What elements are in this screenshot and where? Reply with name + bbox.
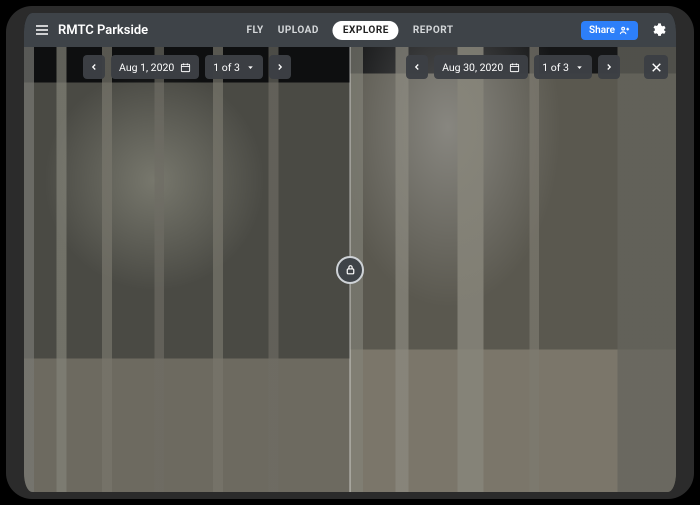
prev-date-button-left[interactable]	[83, 55, 105, 79]
page-label-right: 1 of 3	[542, 61, 569, 74]
device-buttons	[10, 224, 14, 248]
date-picker-right[interactable]: Aug 30, 2020	[434, 55, 528, 79]
close-compare-button[interactable]	[644, 55, 668, 79]
share-button[interactable]: Share	[581, 21, 638, 40]
page-label-left: 1 of 3	[213, 61, 240, 74]
menu-icon[interactable]	[34, 22, 50, 38]
tab-report[interactable]: REPORT	[413, 25, 454, 36]
chevron-right-icon	[275, 62, 285, 72]
chevron-down-icon	[575, 63, 584, 72]
pane-controls-left: Aug 1, 2020 1 of 3	[24, 55, 350, 79]
compare-pane-left[interactable]: Aug 1, 2020 1 of 3	[24, 47, 350, 492]
page-selector-left[interactable]: 1 of 3	[205, 55, 263, 79]
page-selector-right[interactable]: 1 of 3	[534, 55, 592, 79]
lock-icon	[344, 263, 357, 276]
project-title: RMTC Parkside	[58, 23, 148, 38]
photo-right	[350, 47, 676, 492]
close-icon	[650, 61, 663, 74]
app-screen: RMTC Parkside FLY UPLOAD EXPLORE REPORT …	[24, 13, 676, 492]
tab-explore[interactable]: EXPLORE	[333, 21, 399, 40]
lock-handle[interactable]	[336, 256, 364, 284]
chevron-left-icon	[412, 62, 422, 72]
chevron-left-icon	[89, 62, 99, 72]
pane-controls-right: Aug 30, 2020 1 of 3	[350, 55, 676, 79]
date-label-left: Aug 1, 2020	[119, 61, 174, 74]
share-label: Share	[589, 25, 615, 36]
date-label-right: Aug 30, 2020	[442, 61, 503, 74]
next-date-button-left[interactable]	[269, 55, 291, 79]
photo-left	[24, 47, 350, 492]
date-picker-left[interactable]: Aug 1, 2020	[111, 55, 199, 79]
compare-pane-right[interactable]: Aug 30, 2020 1 of 3	[350, 47, 676, 492]
chevron-right-icon	[604, 62, 614, 72]
calendar-icon	[509, 62, 520, 73]
next-date-button-right[interactable]	[598, 55, 620, 79]
tab-upload[interactable]: UPLOAD	[278, 25, 319, 36]
top-bar: RMTC Parkside FLY UPLOAD EXPLORE REPORT …	[24, 13, 676, 47]
chevron-down-icon	[246, 63, 255, 72]
calendar-icon	[180, 62, 191, 73]
share-icon	[619, 25, 630, 36]
tab-fly[interactable]: FLY	[246, 25, 263, 36]
nav-tabs: FLY UPLOAD EXPLORE REPORT	[246, 21, 453, 40]
tablet-frame: RMTC Parkside FLY UPLOAD EXPLORE REPORT …	[6, 6, 694, 499]
compare-area: Aug 1, 2020 1 of 3	[24, 47, 676, 492]
gear-icon[interactable]	[650, 22, 666, 38]
prev-date-button-right[interactable]	[406, 55, 428, 79]
